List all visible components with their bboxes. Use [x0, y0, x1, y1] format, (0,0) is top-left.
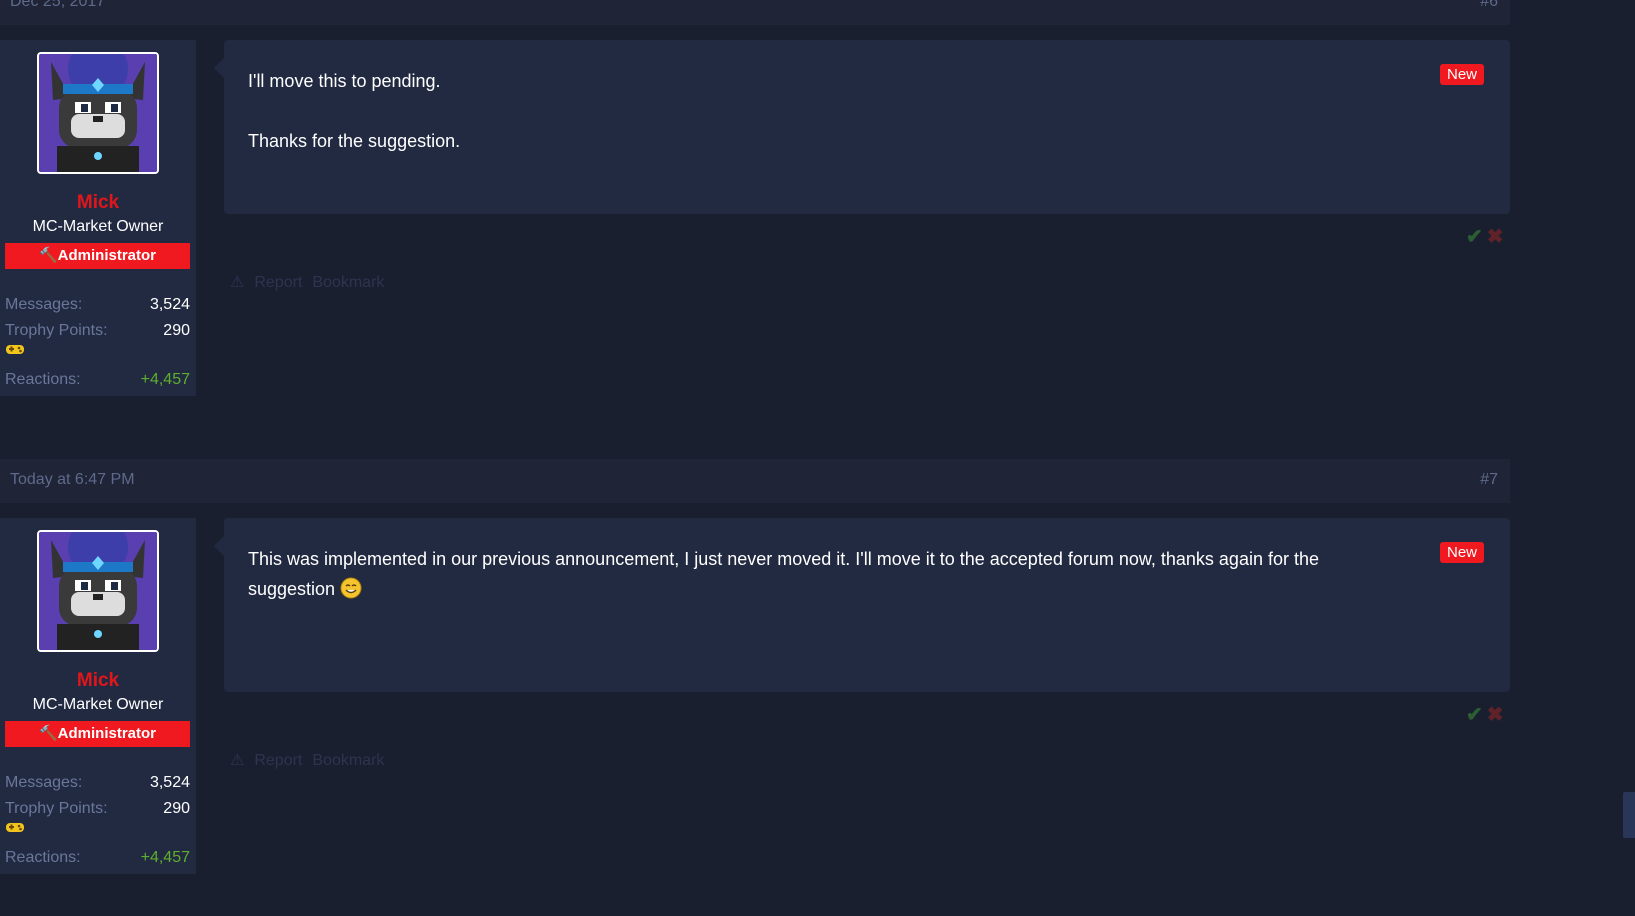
stat-value[interactable]: 290: [163, 322, 190, 340]
stat-value[interactable]: +4,457: [141, 849, 190, 867]
stat-label: Messages:: [5, 296, 83, 313]
post-number[interactable]: #6: [1480, 0, 1498, 11]
message-text: I'll move this to pending. Thanks for th…: [248, 66, 1378, 156]
report-link[interactable]: Report: [254, 752, 302, 769]
user-panel: Mick MC-Market Owner 🔨Administrator Mess…: [0, 40, 196, 396]
warning-icon: ⚠: [230, 274, 245, 291]
post-actions: ⚠ Report Bookmark: [230, 272, 394, 292]
stat-value[interactable]: 3,524: [150, 774, 190, 792]
scroll-to-top-button[interactable]: [1623, 792, 1635, 838]
stat-reactions: Reactions: +4,457: [5, 371, 190, 389]
close-icon[interactable]: ✖: [1487, 226, 1504, 248]
gamepad-icon: [6, 345, 24, 354]
staff-banner: 🔨Administrator: [5, 721, 190, 747]
post-date[interactable]: Today at 6:47 PM: [10, 471, 135, 489]
username[interactable]: Mick: [0, 192, 196, 214]
post-number[interactable]: #7: [1480, 471, 1498, 489]
stat-label: Messages:: [5, 774, 83, 791]
hammer-icon: 🔨: [38, 725, 58, 742]
stat-messages: Messages: 3,524: [5, 296, 190, 314]
stat-value[interactable]: +4,457: [141, 371, 190, 389]
report-link[interactable]: Report: [254, 274, 302, 291]
bookmark-link[interactable]: Bookmark: [312, 752, 384, 769]
check-icon[interactable]: ✔: [1466, 704, 1483, 726]
post-header: Dec 25, 2017 #6: [0, 0, 1510, 25]
user-title: MC-Market Owner: [32, 218, 164, 235]
stat-value[interactable]: 3,524: [150, 296, 190, 314]
post-actions: ⚠ Report Bookmark: [230, 750, 394, 770]
gamepad-icon: [6, 823, 24, 832]
staff-banner: 🔨Administrator: [5, 243, 190, 269]
message-paragraph: Thanks for the suggestion.: [248, 131, 461, 151]
rating-controls: ✔ ✖: [1466, 702, 1504, 727]
rating-controls: ✔ ✖: [1466, 224, 1504, 249]
message-body: I'll move this to pending. Thanks for th…: [214, 40, 1510, 214]
hammer-icon: 🔨: [38, 247, 58, 264]
avatar[interactable]: [37, 530, 159, 652]
stat-label: Reactions:: [5, 371, 81, 388]
stat-label: Reactions:: [5, 849, 81, 866]
post-header: Today at 6:47 PM #7: [0, 459, 1510, 503]
warning-icon: ⚠: [230, 752, 245, 769]
check-icon[interactable]: ✔: [1466, 226, 1483, 248]
new-badge: New: [1439, 64, 1484, 85]
message-text-span: This was implemented in our previous ann…: [248, 549, 1319, 599]
close-icon[interactable]: ✖: [1487, 704, 1504, 726]
message-body: This was implemented in our previous ann…: [214, 518, 1510, 692]
user-title: MC-Market Owner: [32, 696, 164, 713]
stat-trophy: Trophy Points: 290: [5, 322, 190, 340]
user-panel: Mick MC-Market Owner 🔨Administrator Mess…: [0, 518, 196, 874]
new-badge: New: [1439, 542, 1484, 563]
banner-label: Administrator: [57, 725, 157, 742]
post-date[interactable]: Dec 25, 2017: [10, 0, 105, 11]
stat-value[interactable]: 290: [163, 800, 190, 818]
stat-messages: Messages: 3,524: [5, 774, 190, 792]
message-text: This was implemented in our previous ann…: [248, 544, 1378, 604]
stat-label: Trophy Points:: [5, 800, 108, 817]
stat-trophy: Trophy Points: 290: [5, 800, 190, 818]
smile-emoji-icon: [340, 577, 362, 599]
message-paragraph: This was implemented in our previous ann…: [248, 544, 1378, 604]
avatar[interactable]: [37, 52, 159, 174]
banner-label: Administrator: [57, 247, 157, 264]
username[interactable]: Mick: [0, 670, 196, 692]
stat-label: Trophy Points:: [5, 322, 108, 339]
message-paragraph: I'll move this to pending.: [248, 71, 441, 91]
bookmark-link[interactable]: Bookmark: [312, 274, 384, 291]
stat-reactions: Reactions: +4,457: [5, 849, 190, 867]
